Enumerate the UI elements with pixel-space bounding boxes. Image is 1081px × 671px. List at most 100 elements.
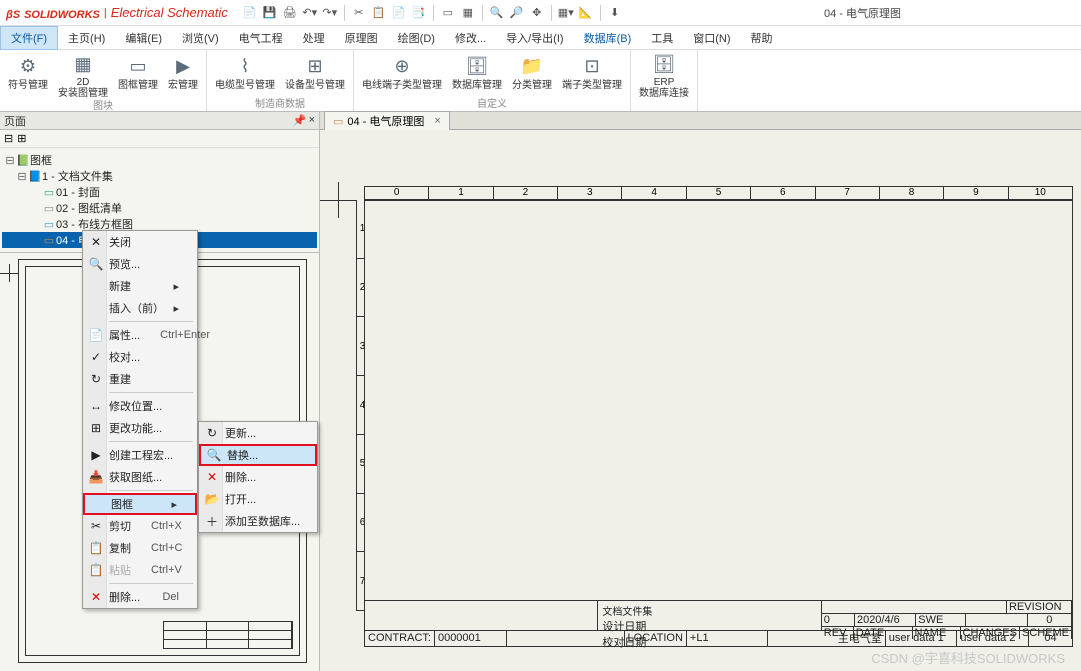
context-item[interactable]: 📋复制Ctrl+C xyxy=(83,537,197,559)
context-item[interactable]: ✕删除... xyxy=(199,466,317,488)
tree-cover[interactable]: ▭01 - 封面 xyxy=(2,184,317,200)
qat-new-icon[interactable]: 📄 xyxy=(242,5,258,21)
ribbon-icon: ▭ xyxy=(126,54,150,78)
qat-sheet-icon[interactable]: ▭ xyxy=(440,5,456,21)
context-item[interactable]: 📄属性...Ctrl+Enter xyxy=(83,324,197,346)
menu-edit[interactable]: 编辑(E) xyxy=(115,27,172,49)
ribbon-btn[interactable]: 📁分类管理 xyxy=(508,52,556,94)
expand-icon[interactable]: ⊞ xyxy=(17,132,26,145)
menu-window[interactable]: 窗口(N) xyxy=(683,27,740,49)
context-item[interactable]: ✕删除...Del xyxy=(83,586,197,608)
context-item-label: 关闭 xyxy=(109,234,131,250)
menu-electrical[interactable]: 电气工程 xyxy=(229,27,293,49)
context-item-icon: ▶ xyxy=(88,448,104,462)
logo-ds-icon: βS xyxy=(6,9,20,21)
collapse-icon[interactable]: ⊟ xyxy=(4,132,13,145)
ribbon-btn[interactable]: ▶宏管理 xyxy=(164,52,202,96)
ribbon-btn[interactable]: 🗄数据库管理 xyxy=(448,52,506,94)
menu-database[interactable]: 数据库(B) xyxy=(574,27,642,49)
context-item[interactable]: ↻更新... xyxy=(199,422,317,444)
pin-icon[interactable]: 📌 xyxy=(293,114,307,127)
ribbon-btn[interactable]: ⊡端子类型管理 xyxy=(558,52,626,94)
qat-print-icon[interactable]: 🖨 xyxy=(282,5,298,21)
tb-revision-value: 0 xyxy=(1028,614,1072,626)
canvas[interactable]: 012345678910 1234567 文档文件集 设计日期 校对日期 REV… xyxy=(320,130,1081,671)
context-submenu-frame: ↻更新...🔍替换...✕删除...📂打开...＋添加至数据库... xyxy=(198,421,318,533)
qat-grid-icon[interactable]: ▦▾ xyxy=(558,5,574,21)
tree-root[interactable]: ⊟📗图框 xyxy=(2,152,317,168)
ribbon: ⚙符号管理▦2D安装图管理▭图框管理▶宏管理 图块 ⌇电缆型号管理⊞设备型号管理… xyxy=(0,50,1081,112)
context-item-icon: ✕ xyxy=(88,235,104,249)
context-item[interactable]: ⊞更改功能... xyxy=(83,417,197,439)
qat-pan-icon[interactable]: ✥ xyxy=(529,5,545,21)
qat-undo-icon[interactable]: ↶▾ xyxy=(302,5,318,21)
tb-location-label: LOCATION xyxy=(625,630,687,646)
sheet-icon: ▭ xyxy=(42,218,56,231)
menu-view[interactable]: 浏览(V) xyxy=(172,27,229,49)
context-item-icon: 📋 xyxy=(88,541,104,555)
close-panel-icon[interactable]: × xyxy=(309,114,315,127)
context-item[interactable]: 📥获取图纸... xyxy=(83,466,197,488)
menu-file[interactable]: 文件(F) xyxy=(0,26,58,50)
tab-label: 04 - 电气原理图 xyxy=(347,113,424,129)
qat-cut-icon[interactable]: ✂ xyxy=(351,5,367,21)
ribbon-icon: ⊞ xyxy=(303,54,327,78)
context-item-label: 删除... xyxy=(109,589,140,605)
ribbon-btn[interactable]: ▭图框管理 xyxy=(114,52,162,96)
context-item[interactable]: ✂剪切Ctrl+X xyxy=(83,515,197,537)
qat-paste2-icon[interactable]: 📑 xyxy=(411,5,427,21)
ribbon-btn[interactable]: ⚙符号管理 xyxy=(4,52,52,96)
menu-home[interactable]: 主页(H) xyxy=(58,27,115,49)
menu-import-export[interactable]: 导入/导出(I) xyxy=(496,27,573,49)
menu-draw[interactable]: 绘图(D) xyxy=(388,27,445,49)
qat-search-icon[interactable]: 🔍 xyxy=(489,5,505,21)
ribbon-group-label: 制造商数据 xyxy=(211,94,349,111)
context-item[interactable]: 插入（前）▸ xyxy=(83,297,197,319)
qat-help-icon[interactable]: ⬇ xyxy=(607,5,623,21)
close-tab-icon[interactable]: × xyxy=(434,115,440,127)
context-shortcut: Ctrl+X xyxy=(131,520,182,532)
tb-userdata2: user data 2 xyxy=(957,630,1029,646)
context-item[interactable]: 📂打开... xyxy=(199,488,317,510)
context-item-icon: 📋 xyxy=(88,563,104,577)
crosshair-v xyxy=(338,182,339,218)
ribbon-btn[interactable]: ▦2D安装图管理 xyxy=(54,52,112,96)
menu-process[interactable]: 处理 xyxy=(293,27,335,49)
qat-save-icon[interactable]: 💾 xyxy=(262,5,278,21)
qat-redo-icon[interactable]: ↷▾ xyxy=(322,5,338,21)
ribbon-btn[interactable]: ⊕ 电线端子类型管理 xyxy=(358,52,446,94)
tree-drawing-list[interactable]: ▭02 - 图纸清单 xyxy=(2,200,317,216)
watermark: CSDN @宇喜科技SOLIDWORKS xyxy=(871,648,1065,667)
ribbon-label: 电线端子类型管理 xyxy=(362,80,442,91)
qat-copy-icon[interactable]: 📋 xyxy=(371,5,387,21)
context-item[interactable]: ↻重建 xyxy=(83,368,197,390)
menu-modify[interactable]: 修改... xyxy=(445,27,496,49)
title-bar: βS SOLIDWORKS | Electrical Schematic 📄 💾… xyxy=(0,0,1081,26)
ribbon-btn[interactable]: ⊞设备型号管理 xyxy=(281,52,349,94)
qat-measure-icon[interactable]: 📐 xyxy=(578,5,594,21)
context-item[interactable]: 图框▸ xyxy=(83,493,197,515)
ribbon-icon: ⊕ xyxy=(390,54,414,78)
menu-tools[interactable]: 工具 xyxy=(641,27,683,49)
context-item[interactable]: 🔍预览... xyxy=(83,253,197,275)
context-shortcut: Ctrl+Enter xyxy=(140,329,210,341)
qat-sheets-icon[interactable]: ▦ xyxy=(460,5,476,21)
qat-paste-icon[interactable]: 📄 xyxy=(391,5,407,21)
menu-help[interactable]: 帮助 xyxy=(741,27,783,49)
qat-zoom-icon[interactable]: 🔎 xyxy=(509,5,525,21)
book-icon: 📗 xyxy=(16,154,30,167)
tree-docset[interactable]: ⊟📘1 - 文档文件集 xyxy=(2,168,317,184)
menu-schematic[interactable]: 原理图 xyxy=(335,27,388,49)
context-item[interactable]: 🔍替换... xyxy=(199,444,317,466)
context-item[interactable]: ▶创建工程宏... xyxy=(83,444,197,466)
ribbon-btn[interactable]: ⌇电缆型号管理 xyxy=(211,52,279,94)
ribbon-group-custom: ⊕电线端子类型管理🗄数据库管理📁分类管理⊡端子类型管理 自定义 xyxy=(354,50,631,111)
context-item[interactable]: ✓校对... xyxy=(83,346,197,368)
document-tab[interactable]: ▭ 04 - 电气原理图 × xyxy=(324,111,450,130)
context-item[interactable]: ＋添加至数据库... xyxy=(199,510,317,532)
context-item[interactable]: ↔修改位置... xyxy=(83,395,197,417)
context-item[interactable]: ✕ 关闭 xyxy=(83,231,197,253)
context-item[interactable]: 新建▸ xyxy=(83,275,197,297)
ribbon-label: 分类管理 xyxy=(512,80,552,91)
ribbon-btn[interactable]: 🗄ERP数据库连接 xyxy=(635,52,693,96)
